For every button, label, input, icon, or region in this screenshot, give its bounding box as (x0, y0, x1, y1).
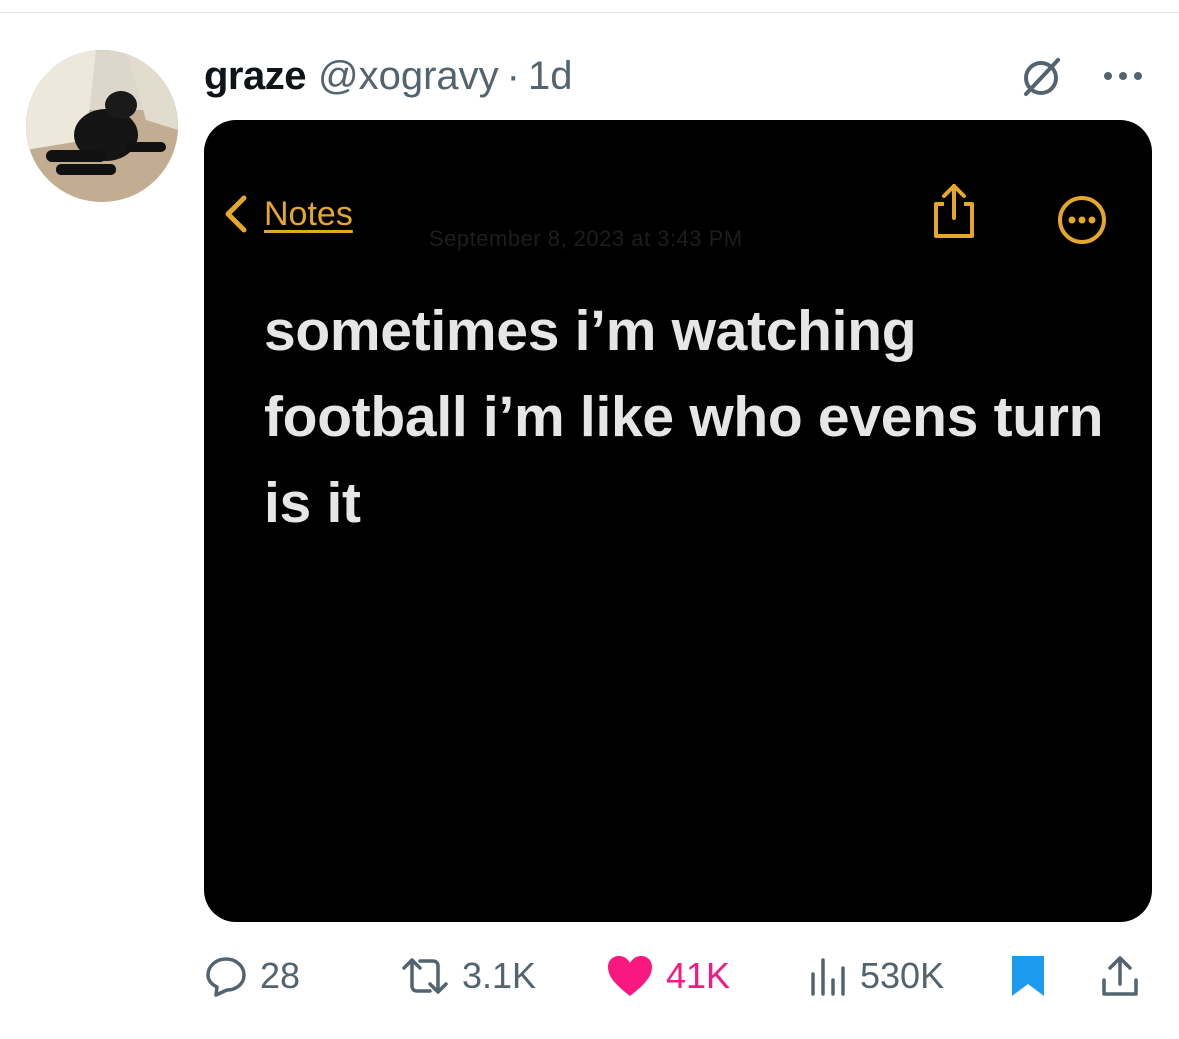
chevron-left-icon (225, 195, 247, 233)
avatar[interactable] (26, 50, 178, 202)
tweet-actions-bar: 28 3.1K 41K 530K (204, 948, 1152, 1004)
tweet-header: graze @xogravy · 1d (204, 50, 573, 102)
ellipsis-circle-icon (1058, 196, 1106, 244)
repost-icon (402, 958, 448, 994)
more-icon[interactable] (1100, 62, 1146, 90)
note-body-text: sometimes i’m watching football i’m like… (264, 299, 1104, 535)
views-icon (811, 958, 845, 996)
reply-button[interactable]: 28 (204, 948, 300, 1004)
views-button[interactable]: 530K (808, 948, 944, 1004)
display-name[interactable]: graze (204, 54, 307, 99)
bookmark-icon (1012, 956, 1044, 996)
grok-icon[interactable] (1018, 54, 1064, 100)
avatar-dog-photo (26, 50, 178, 202)
share-icon (934, 184, 974, 238)
repost-count: 3.1K (462, 955, 537, 996)
notes-back-label: Notes (264, 194, 353, 233)
top-divider (0, 12, 1179, 13)
notes-back-button: Notes (222, 194, 353, 234)
user-handle[interactable]: @xogravy (318, 54, 499, 99)
timestamp[interactable]: 1d (528, 54, 573, 99)
reply-count: 28 (260, 955, 301, 996)
bookmark-button[interactable] (1010, 948, 1046, 1004)
note-faded-date: September 8, 2023 at 3:43 PM (429, 226, 743, 251)
heart-icon (608, 956, 652, 996)
like-count: 41K (666, 955, 731, 996)
separator-dot: · (506, 53, 520, 98)
tweet-media-image[interactable]: Notes September 8, 2023 at 3:43 PM somet… (204, 120, 1152, 922)
like-button[interactable]: 41K (606, 948, 730, 1004)
repost-button[interactable]: 3.1K (400, 948, 536, 1004)
share-icon (1102, 956, 1138, 996)
reply-icon (206, 957, 246, 997)
views-count: 530K (860, 955, 945, 996)
share-button[interactable] (1100, 948, 1140, 1004)
